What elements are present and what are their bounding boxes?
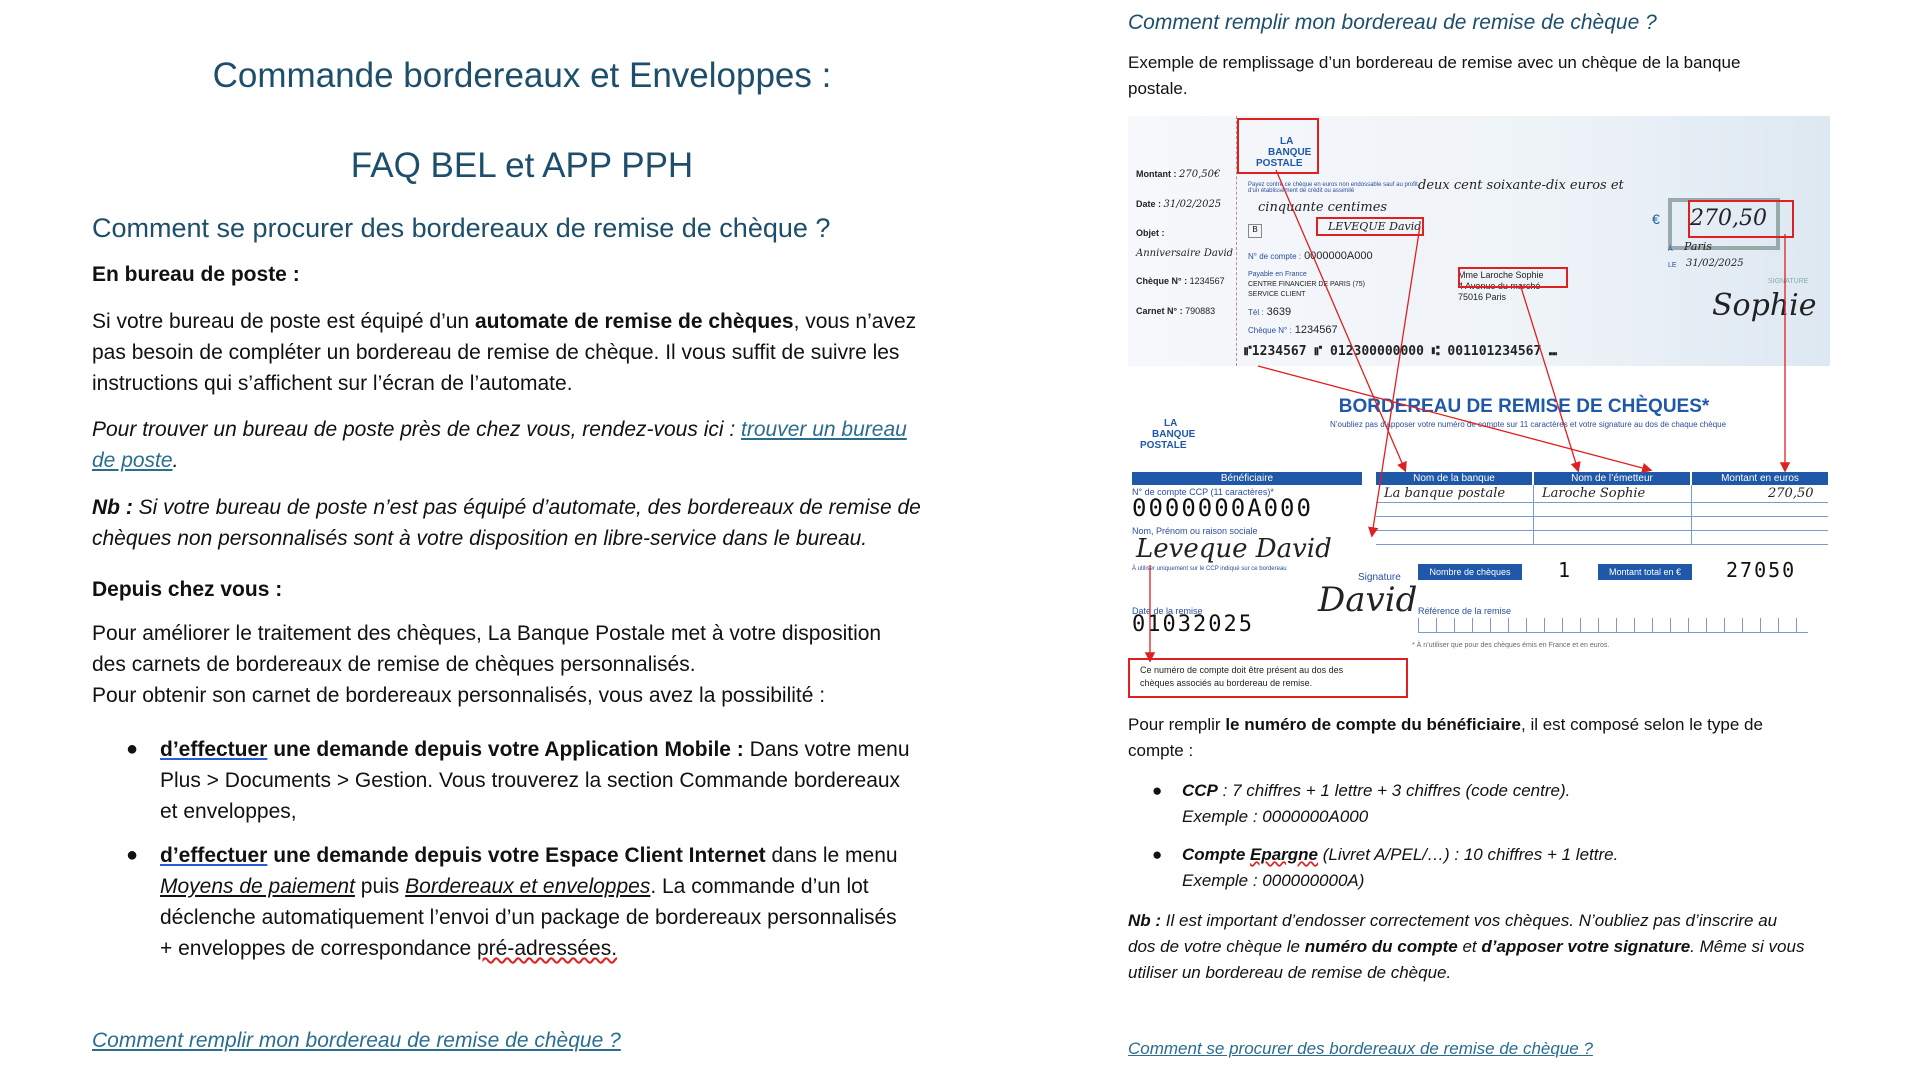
bullet-dot-icon: ●: [1152, 781, 1163, 800]
bottom-link-procure[interactable]: Comment se procurer des bordereaux de re…: [1128, 1036, 1593, 1062]
fill-paragraph: Pour remplir le numéro de compte du béné…: [1128, 715, 1763, 760]
bullet-dot-icon: ●: [1152, 845, 1163, 864]
list-item-epargne: ● Compte Epargne (Livret A/PEL/…) : 10 c…: [1152, 842, 1842, 894]
right-nb-paragraph: Nb : Il est important d’endosser correct…: [1128, 911, 1805, 982]
list-item-ccp: ● CCP : 7 chiffres + 1 lettre + 3 chiffr…: [1152, 778, 1842, 830]
